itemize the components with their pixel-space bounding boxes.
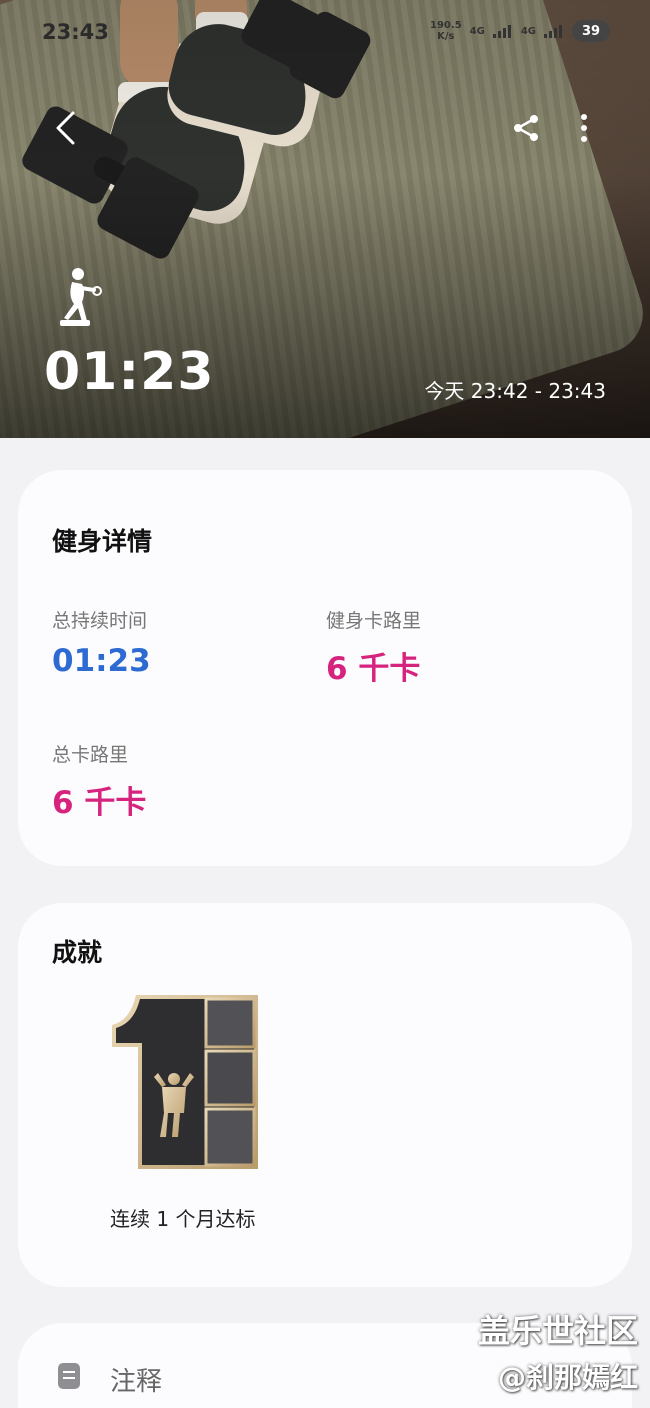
- back-icon: [56, 111, 75, 145]
- workout-time-range: 今天 23:42 - 23:43: [424, 379, 606, 403]
- battery-icon: 39: [572, 20, 610, 42]
- details-title: 健身详情: [52, 527, 153, 556]
- metric-workout-calories: 健身卡路里 6 千卡: [326, 610, 422, 687]
- workout-duration: 01:23: [44, 342, 215, 402]
- status-indicators: 190.5 K/s 4G 4G 39: [430, 20, 610, 42]
- notes-label: 注释: [110, 1367, 163, 1397]
- workout-details-card: 健身详情 总持续时间 01:23 健身卡路里 6 千卡 总卡路里 6 千卡: [18, 470, 632, 866]
- metric-total-calories: 总卡路里 6 千卡: [52, 744, 147, 821]
- share-button[interactable]: [508, 108, 544, 148]
- network-type: 4G: [469, 25, 485, 37]
- watermark-community: 盖乐世社区: [477, 1312, 638, 1350]
- achievements-card: 成就 连续 1 个月达标: [18, 903, 632, 1287]
- network-speed: 190.5 K/s: [430, 20, 462, 42]
- watermark-author: @刹那嫣红: [497, 1361, 638, 1394]
- more-options-button[interactable]: [570, 108, 598, 148]
- share-icon: [514, 115, 538, 141]
- status-time: 23:43: [42, 20, 109, 44]
- monthly-goal-badge-icon[interactable]: [106, 991, 262, 1173]
- signal-icon: [544, 24, 564, 38]
- badge-label: 连续 1 个月达标: [110, 1207, 256, 1231]
- note-icon: [58, 1363, 80, 1389]
- signal-icon: [492, 24, 513, 38]
- metric-total-duration: 总持续时间 01:23: [52, 610, 151, 679]
- achievements-title: 成就: [52, 938, 103, 967]
- workout-icon: [60, 268, 102, 326]
- status-bar: 23:43 190.5 K/s 4G 4G 39: [42, 18, 610, 48]
- network-type: 4G: [520, 25, 536, 37]
- more-icon: [581, 114, 587, 142]
- back-button[interactable]: [48, 108, 82, 148]
